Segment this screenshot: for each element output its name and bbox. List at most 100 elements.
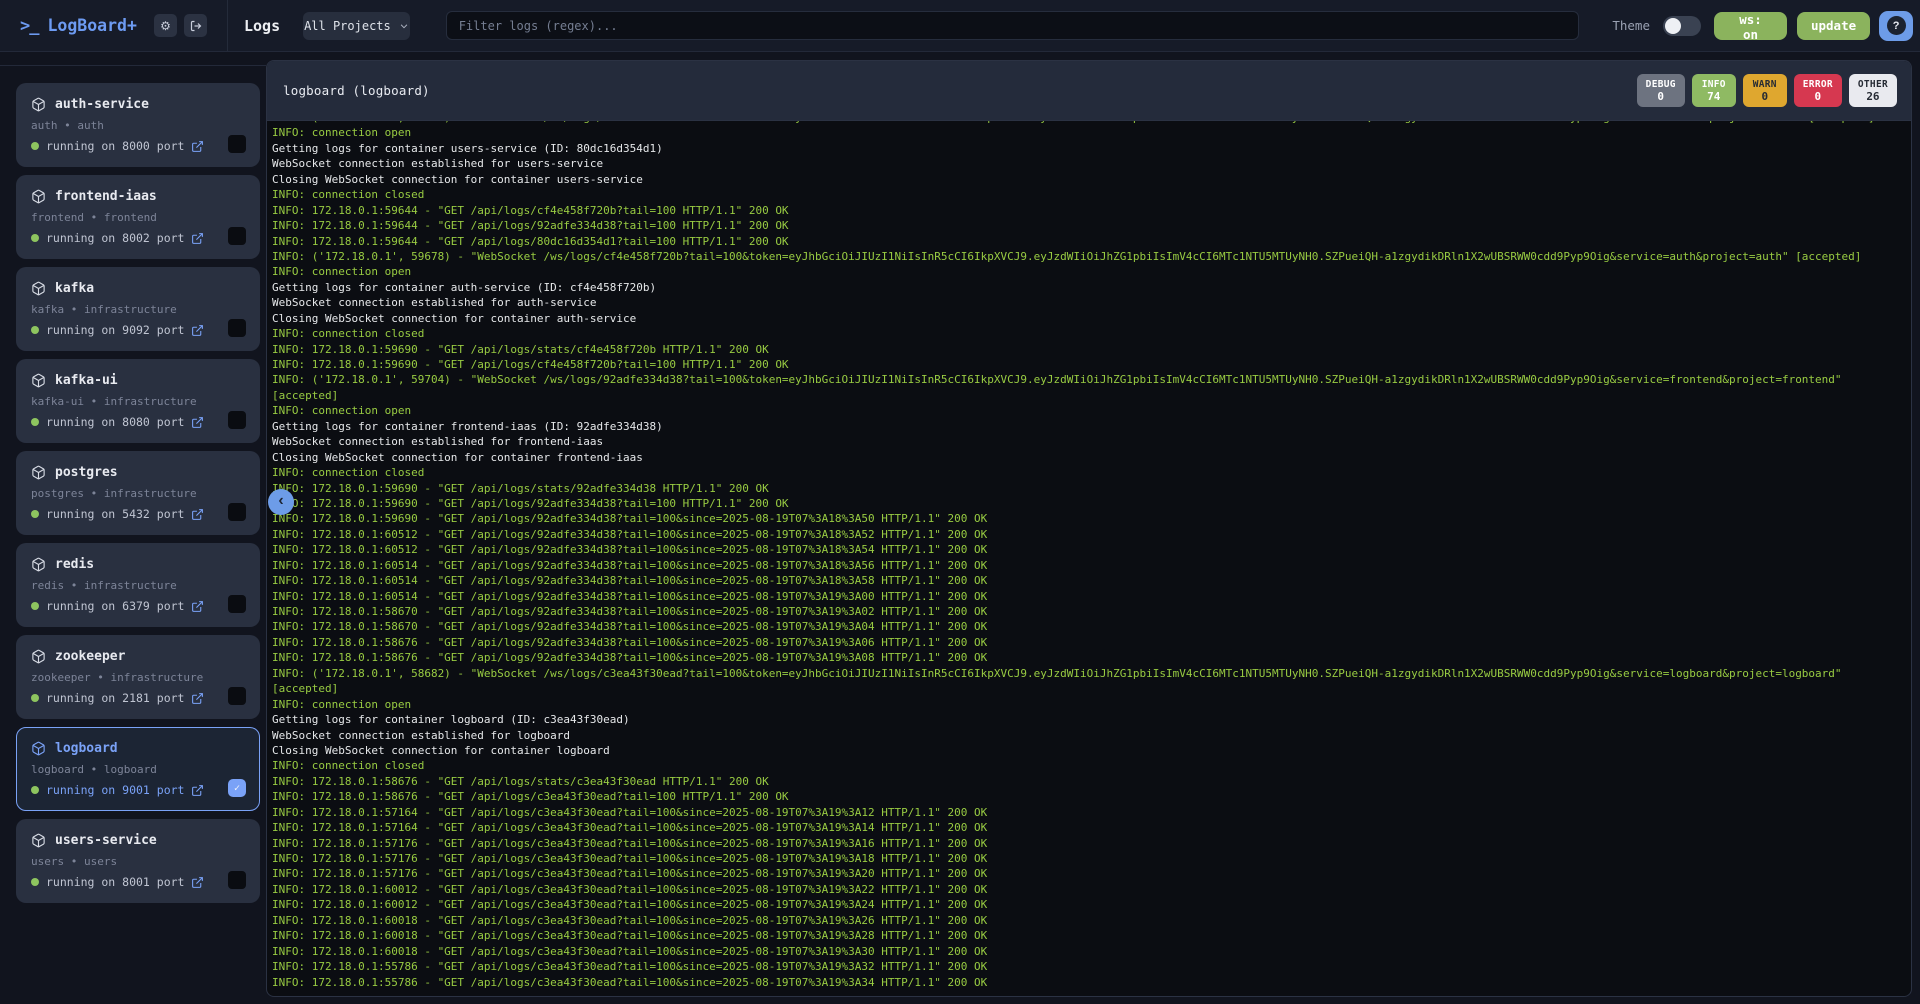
service-card-header: kafka-ui	[31, 373, 245, 388]
service-card[interactable]: postgres postgres • infrastructure runni…	[16, 451, 260, 535]
project-filter-dropdown[interactable]: All Projects	[303, 12, 410, 40]
log-line: INFO: 172.18.0.1:58676 - "GET /api/logs/…	[272, 635, 1907, 650]
service-meta: kafka-ui • infrastructure	[31, 395, 245, 408]
log-filter-input[interactable]	[446, 11, 1580, 40]
service-status-row: running on 5432 port	[31, 507, 245, 521]
service-checkbox[interactable]	[228, 595, 246, 613]
external-link-icon[interactable]	[191, 600, 204, 613]
topbar-main: Logs All Projects Theme ws: on update ?	[228, 11, 1920, 41]
log-panel: logboard (logboard) DEBUG 0 INFO 74 WARN…	[266, 60, 1912, 997]
log-line: INFO: 172.18.0.1:60514 - "GET /api/logs/…	[272, 558, 1907, 573]
service-status-row: running on 8080 port	[31, 415, 245, 429]
page-title: Logs	[244, 17, 280, 35]
service-name: kafka	[55, 281, 94, 296]
log-line: INFO: 172.18.0.1:60514 - "GET /api/logs/…	[272, 573, 1907, 588]
log-line: INFO: ('172.18.0.1', 59678) - "WebSocket…	[272, 249, 1907, 264]
log-line: INFO: 172.18.0.1:57164 - "GET /api/logs/…	[272, 820, 1907, 835]
log-line: INFO: 172.18.0.1:59690 - "GET /api/logs/…	[272, 511, 1907, 526]
service-card-header: kafka	[31, 281, 245, 296]
service-name: redis	[55, 557, 94, 572]
log-line: INFO: 172.18.0.1:60512 - "GET /api/logs/…	[272, 527, 1907, 542]
service-card-header: auth-service	[31, 97, 245, 112]
service-name: kafka-ui	[55, 373, 118, 388]
websocket-status-button[interactable]: ws: on	[1714, 12, 1787, 40]
service-card[interactable]: auth-service auth • auth running on 8000…	[16, 83, 260, 167]
service-status-row: running on 9092 port	[31, 323, 245, 337]
project-filter-value: All Projects	[304, 19, 391, 33]
service-checkbox[interactable]	[228, 411, 246, 429]
help-button[interactable]: ?	[1879, 11, 1913, 41]
log-line: INFO: 172.18.0.1:60018 - "GET /api/logs/…	[272, 928, 1907, 943]
service-card[interactable]: frontend-iaas frontend • frontend runnin…	[16, 175, 260, 259]
log-line: INFO: ('172.18.0.1', 58682) - "WebSocket…	[272, 666, 1907, 681]
service-checkbox[interactable]	[228, 503, 246, 521]
chevron-left-icon: ‹	[278, 492, 283, 510]
logout-icon	[190, 20, 202, 32]
app-title: LogBoard+	[47, 16, 136, 35]
package-icon	[31, 465, 46, 480]
theme-toggle[interactable]	[1663, 16, 1701, 36]
package-icon	[31, 189, 46, 204]
log-line: INFO: 172.18.0.1:58670 - "GET /api/logs/…	[272, 619, 1907, 634]
external-link-icon[interactable]	[191, 232, 204, 245]
log-line: INFO: 172.18.0.1:57176 - "GET /api/logs/…	[272, 851, 1907, 866]
log-line: Closing WebSocket connection for contain…	[272, 743, 1907, 758]
external-link-icon[interactable]	[191, 508, 204, 521]
package-icon	[31, 741, 46, 756]
service-card-header: redis	[31, 557, 245, 572]
log-line: Closing WebSocket connection for contain…	[272, 172, 1907, 187]
service-status: running on 6379 port	[46, 599, 184, 613]
service-meta: logboard • logboard	[31, 763, 245, 776]
status-dot	[31, 142, 39, 150]
log-output[interactable]: INFO: ('172.18.0.1', 59668) - "WebSocket…	[267, 121, 1911, 996]
external-link-icon[interactable]	[191, 416, 204, 429]
service-card[interactable]: kafka-ui kafka-ui • infrastructure runni…	[16, 359, 260, 443]
external-link-icon[interactable]	[191, 692, 204, 705]
service-checkbox[interactable]	[228, 319, 246, 337]
status-dot	[31, 602, 39, 610]
external-link-icon[interactable]	[191, 876, 204, 889]
badge-count: 0	[1761, 91, 1768, 104]
service-name: frontend-iaas	[55, 189, 157, 204]
log-line: INFO: 172.18.0.1:58676 - "GET /api/logs/…	[272, 650, 1907, 665]
log-line: INFO: connection open	[272, 403, 1907, 418]
service-card[interactable]: logboard logboard • logboard running on …	[16, 727, 260, 811]
log-line: INFO: connection closed	[272, 326, 1907, 341]
settings-button[interactable]: ⚙	[154, 14, 177, 37]
service-card[interactable]: kafka kafka • infrastructure running on …	[16, 267, 260, 351]
chevron-down-icon	[399, 21, 409, 31]
sidebar-collapse-button[interactable]: ‹	[268, 489, 294, 515]
log-line: INFO: 172.18.0.1:58670 - "GET /api/logs/…	[272, 604, 1907, 619]
service-card[interactable]: zookeeper zookeeper • infrastructure run…	[16, 635, 260, 719]
log-line: INFO: 172.18.0.1:57176 - "GET /api/logs/…	[272, 866, 1907, 881]
external-link-icon[interactable]	[191, 140, 204, 153]
log-panel-header: logboard (logboard) DEBUG 0 INFO 74 WARN…	[267, 61, 1911, 121]
log-line: INFO: 172.18.0.1:59690 - "GET /api/logs/…	[272, 342, 1907, 357]
status-dot	[31, 326, 39, 334]
question-mark-icon: ?	[1887, 16, 1906, 35]
service-checkbox[interactable]	[228, 687, 246, 705]
service-checkbox[interactable]	[228, 871, 246, 889]
log-line: [accepted]	[272, 388, 1907, 403]
service-card[interactable]: redis redis • infrastructure running on …	[16, 543, 260, 627]
update-button[interactable]: update	[1797, 12, 1870, 40]
log-line: Closing WebSocket connection for contain…	[272, 450, 1907, 465]
service-status: running on 9001 port	[46, 783, 184, 797]
log-line: INFO: 172.18.0.1:60018 - "GET /api/logs/…	[272, 913, 1907, 928]
service-status: running on 5432 port	[46, 507, 184, 521]
service-checkbox[interactable]	[228, 227, 246, 245]
level-badge: INFO 74	[1692, 74, 1736, 107]
service-checkbox[interactable]	[228, 779, 246, 797]
service-checkbox[interactable]	[228, 135, 246, 153]
log-line: WebSocket connection established for aut…	[272, 295, 1907, 310]
external-link-icon[interactable]	[191, 784, 204, 797]
panel-title: logboard (logboard)	[283, 83, 430, 98]
service-card-header: users-service	[31, 833, 245, 848]
service-card[interactable]: users-service users • users running on 8…	[16, 819, 260, 903]
log-line: INFO: 172.18.0.1:55786 - "GET /api/logs/…	[272, 975, 1907, 990]
log-line: INFO: ('172.18.0.1', 59668) - "WebSocket…	[272, 121, 1907, 125]
external-link-icon[interactable]	[191, 324, 204, 337]
service-status: running on 9092 port	[46, 323, 184, 337]
logout-button[interactable]	[184, 14, 207, 37]
service-name: postgres	[55, 465, 118, 480]
